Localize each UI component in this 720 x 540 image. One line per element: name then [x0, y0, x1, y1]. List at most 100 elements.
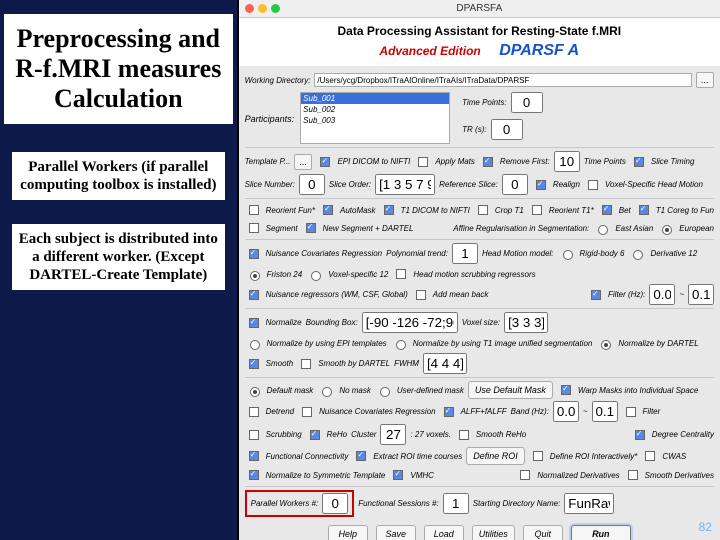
east-asian-label: East Asian — [615, 224, 653, 233]
epi-dicom-nifti-checkbox[interactable] — [320, 157, 330, 167]
list-item[interactable]: Sub_001 — [301, 93, 449, 104]
participants-list[interactable]: Sub_001 Sub_002 Sub_003 — [300, 92, 450, 144]
quit-button[interactable]: Quit — [523, 525, 563, 540]
slice-timing-checkbox[interactable] — [634, 157, 644, 167]
east-asian-radio[interactable] — [598, 225, 608, 235]
voxel-size-input[interactable] — [504, 312, 548, 333]
rigid6-radio[interactable] — [563, 250, 573, 260]
smooth-reho-checkbox[interactable] — [459, 430, 469, 440]
automask-checkbox[interactable] — [323, 205, 333, 215]
norm-deriv-checkbox[interactable] — [520, 470, 530, 480]
nuis2-label: Nuisance Covariates Regression — [319, 407, 436, 416]
remove-first-checkbox[interactable] — [483, 157, 493, 167]
tr-input[interactable] — [491, 119, 523, 140]
fwhm-input[interactable] — [423, 353, 467, 374]
affine-reg-label: Affine Regularisation in Segmentation: — [453, 224, 589, 233]
degree-centrality-checkbox[interactable] — [635, 430, 645, 440]
remove-first-input[interactable] — [554, 151, 580, 172]
norm-dartel-radio[interactable] — [601, 340, 611, 350]
fc-checkbox[interactable] — [249, 451, 259, 461]
crop-t1-checkbox[interactable] — [478, 205, 488, 215]
parallel-workers-input[interactable] — [322, 493, 348, 514]
apply-mats-checkbox[interactable] — [418, 157, 428, 167]
timepoints-input[interactable] — [511, 92, 543, 113]
cluster-input[interactable] — [380, 424, 406, 445]
t1-coreg-fun-checkbox[interactable] — [639, 205, 649, 215]
friston24-radio[interactable] — [250, 271, 260, 281]
bet-checkbox[interactable] — [602, 205, 612, 215]
reorient-t1-checkbox[interactable] — [532, 205, 542, 215]
list-item[interactable]: Sub_002 — [301, 104, 449, 115]
remove-first-label: Remove First: — [500, 157, 550, 166]
ref-slice-input[interactable] — [502, 174, 528, 195]
starting-dir-input[interactable] — [564, 493, 614, 514]
cwas-checkbox[interactable] — [645, 451, 655, 461]
default-mask-radio[interactable] — [250, 387, 260, 397]
add-mean-checkbox[interactable] — [416, 290, 426, 300]
nuisance-cov-label: Nuisance Covariates Regression — [266, 249, 383, 258]
no-mask-radio[interactable] — [322, 387, 332, 397]
help-button[interactable]: Help — [328, 525, 368, 540]
band-hi-input[interactable] — [592, 401, 618, 422]
filter-checkbox[interactable] — [591, 290, 601, 300]
smooth-deriv-label: Smooth Derivatives — [645, 471, 714, 480]
reho-checkbox[interactable] — [310, 430, 320, 440]
scrubbing-checkbox[interactable] — [249, 430, 259, 440]
list-item[interactable]: Sub_003 — [301, 115, 449, 126]
filter-lo-input[interactable] — [649, 284, 675, 305]
bet-label: Bet — [619, 206, 631, 215]
voxel12-radio[interactable] — [311, 271, 321, 281]
slice-number-input[interactable] — [299, 174, 325, 195]
friston24-label: Friston 24 — [267, 270, 303, 279]
hm-scrubbing-checkbox[interactable] — [396, 269, 406, 279]
utilities-button[interactable]: Utilities — [472, 525, 515, 540]
warp-masks-checkbox[interactable] — [561, 385, 571, 395]
bounding-box-input[interactable] — [362, 312, 458, 333]
smooth-deriv-checkbox[interactable] — [628, 470, 638, 480]
user-mask-radio[interactable] — [380, 387, 390, 397]
t1-dicom-nifti-checkbox[interactable] — [384, 205, 394, 215]
norm-deriv-label: Normalized Derivatives — [537, 471, 619, 480]
norm-epi-radio[interactable] — [250, 340, 260, 350]
user-mask-label: User-defined mask — [397, 386, 464, 395]
template-button[interactable]: ... — [294, 154, 312, 170]
save-button[interactable]: Save — [376, 525, 416, 540]
nuisance-cov-checkbox[interactable] — [249, 249, 259, 259]
poly-trend-input[interactable] — [452, 243, 478, 264]
norm-t1-radio[interactable] — [396, 340, 406, 350]
define-roi-interactive-checkbox[interactable] — [533, 451, 543, 461]
deriv12-radio[interactable] — [633, 250, 643, 260]
smooth-checkbox[interactable] — [249, 359, 259, 369]
fc-label: Functional Connectivity — [266, 452, 349, 461]
realign-checkbox[interactable] — [536, 180, 546, 190]
run-button[interactable]: Run — [571, 525, 631, 540]
working-dir-browse-button[interactable]: ... — [696, 72, 714, 88]
normalize-checkbox[interactable] — [249, 318, 259, 328]
extract-roi-checkbox[interactable] — [356, 451, 366, 461]
smooth-dartel-label: Smooth by DARTEL — [318, 359, 390, 368]
ref-slice-label: Reference Slice: — [439, 180, 498, 189]
detrend-checkbox[interactable] — [249, 407, 259, 417]
use-default-mask-button[interactable]: Use Default Mask — [468, 381, 553, 399]
nuisance-reg-checkbox[interactable] — [249, 290, 259, 300]
define-roi-button[interactable]: Define ROI — [466, 447, 525, 465]
nuis2-checkbox[interactable] — [302, 407, 312, 417]
functional-sessions-input[interactable] — [443, 493, 469, 514]
vmhc-checkbox[interactable] — [393, 470, 403, 480]
voxel-specific-hm-checkbox[interactable] — [588, 180, 598, 190]
working-dir-input[interactable] — [314, 73, 692, 87]
band-lo-input[interactable] — [553, 401, 579, 422]
load-button[interactable]: Load — [424, 525, 464, 540]
main-panel: Working Directory: ... Participants: Sub… — [239, 66, 720, 540]
smooth-dartel-checkbox[interactable] — [301, 359, 311, 369]
european-radio[interactable] — [662, 225, 672, 235]
segment-checkbox[interactable] — [249, 223, 259, 233]
alff-checkbox[interactable] — [444, 407, 454, 417]
slice-order-input[interactable] — [375, 174, 435, 195]
new-segment-dartel-checkbox[interactable] — [306, 223, 316, 233]
filter2-checkbox[interactable] — [626, 407, 636, 417]
norm-sym-checkbox[interactable] — [249, 470, 259, 480]
cluster-label: Cluster — [351, 430, 376, 439]
filter-hi-input[interactable] — [688, 284, 714, 305]
reorient-fun-checkbox[interactable] — [249, 205, 259, 215]
